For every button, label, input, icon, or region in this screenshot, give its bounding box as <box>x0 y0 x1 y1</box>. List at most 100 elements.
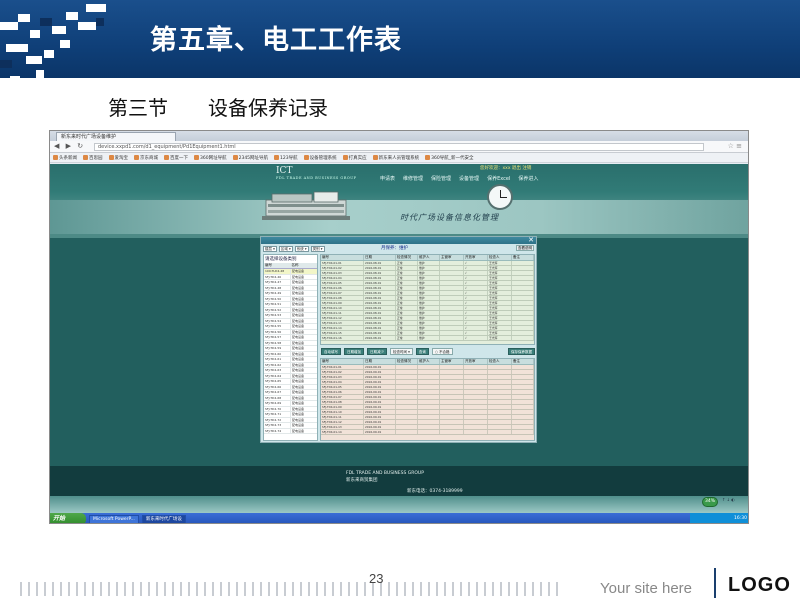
table-cell: 2016-08-01 <box>364 336 396 340</box>
list-cell: SFJ-TD4-70 <box>265 406 282 411</box>
footer-bar <box>548 582 550 596</box>
table-cell <box>512 400 534 404</box>
filter-dropdown[interactable]: 类别 ▾ <box>310 246 325 252</box>
grid-column-header[interactable]: 检查情况 <box>396 359 418 364</box>
footer-bar <box>468 582 470 596</box>
bookmark-item[interactable]: 设备管理系统 <box>303 155 337 161</box>
site-menu-item[interactable]: 设备管理 <box>459 175 479 182</box>
table-cell: SFJ-TD4-01-11 <box>321 415 364 419</box>
bookmark-item[interactable]: 爱淘宝 <box>108 155 128 161</box>
bookmark-icon <box>372 155 378 160</box>
site-menu-item[interactable]: 保险管理 <box>431 175 451 182</box>
table-cell: 维护 <box>418 276 440 280</box>
filter-dropdown[interactable]: 区域 ▾ <box>278 246 293 252</box>
site-menu-item[interactable]: 保养Excel <box>487 175 510 182</box>
grid-column-header[interactable]: 主管审 <box>440 255 464 260</box>
table-cell: 维护 <box>418 281 440 285</box>
action-button[interactable]: 日期增加 <box>344 348 364 355</box>
footer-bar <box>108 582 110 596</box>
grid-column-header[interactable]: 开放审 <box>464 255 488 260</box>
grid-body: SFJ-TD4-01-01 2016-08-01 正常 维护 √ 王光辉 SFJ-TD4-0… <box>321 261 534 341</box>
bookmark-item[interactable]: 百度一下 <box>164 155 188 161</box>
filter-dropdown[interactable]: 系统 ▾ <box>294 246 309 252</box>
list-column-header: 编号 <box>265 263 272 267</box>
time-select[interactable]: 检查时间 ▾ <box>390 348 413 355</box>
grid-column-header[interactable]: 开放审 <box>464 359 488 364</box>
site-menu-item[interactable]: 维修管理 <box>403 175 423 182</box>
bookmark-item[interactable]: 123导航 <box>274 155 298 161</box>
query-button[interactable]: 查询 <box>415 348 429 355</box>
action-button[interactable]: 日期减少 <box>367 348 387 355</box>
bookmark-item[interactable]: 新东来人员管理系统 <box>372 155 419 161</box>
bookmark-item[interactable]: 360导航_新一代安全 <box>425 155 473 161</box>
star-icon[interactable]: ☆ ≡ <box>728 142 742 150</box>
grid-column-header[interactable]: 编号 <box>321 255 364 260</box>
bookmark-item[interactable]: 打真实应 <box>342 155 367 161</box>
table-cell <box>440 296 464 300</box>
table-cell <box>418 395 440 399</box>
save-button[interactable]: 保存保养数据 <box>508 348 535 355</box>
grid-column-header[interactable]: 检查人 <box>488 359 512 364</box>
table-cell <box>440 301 464 305</box>
network-badge[interactable]: 34% <box>702 497 718 507</box>
table-cell <box>464 405 488 409</box>
table-cell: SFJ-TD4-01-14 <box>321 430 364 434</box>
footer-bar <box>164 582 166 596</box>
site-menu-item[interactable]: 申请表 <box>380 175 395 182</box>
table-cell: 2016-09-01 <box>364 405 396 409</box>
nav-arrows-icon[interactable]: ◀ ▶ ↻ <box>54 142 85 150</box>
grid-column-header[interactable]: 维护人 <box>418 255 440 260</box>
bookmark-item[interactable]: 百思园 <box>83 155 103 161</box>
login-info[interactable]: 您好欢迎：xxx 退出 注销 <box>480 165 531 171</box>
table-cell: 王光辉 <box>488 271 512 275</box>
grid-column-header[interactable]: 主管审 <box>440 359 464 364</box>
start-button[interactable]: 开始 <box>50 513 86 523</box>
close-icon[interactable]: ✕ <box>528 237 534 244</box>
action-button[interactable]: 自动填写 <box>321 348 341 355</box>
browser-address-bar: ◀ ▶ ↻ device.xxpd1.com/d1_equipment/Pd1E… <box>50 141 748 153</box>
table-cell <box>418 405 440 409</box>
table-cell: √ <box>464 291 488 295</box>
bookmark-item[interactable]: 头条新闻 <box>53 155 77 161</box>
list-cell: 配电设备 <box>290 318 317 323</box>
grid-column-header[interactable]: 备注 <box>512 359 534 364</box>
grid-column-header[interactable]: 检查人 <box>488 255 512 260</box>
grid-column-header[interactable]: 日期 <box>364 359 396 364</box>
taskbar-task[interactable]: 新东来时代广场设 <box>141 514 186 523</box>
list-cell: 配电设备 <box>290 401 317 406</box>
equipment-list-item[interactable]: SFJ-TD4-74 配电设备 <box>264 428 317 434</box>
filter-dropdown[interactable]: 楼层 ▾ <box>263 246 277 252</box>
table-cell <box>512 375 534 379</box>
table-cell: SFJ-TD4-01-01 <box>321 261 364 265</box>
url-field[interactable]: device.xxpd1.com/d1_equipment/Pd1Equipme… <box>94 143 704 151</box>
grid-column-header[interactable]: 检查情况 <box>396 255 418 260</box>
bookmark-icon <box>425 155 431 160</box>
table-row[interactable]: SFJ-TD4-01-16 2016-08-01 正常 维护 √ 王光辉 <box>321 336 534 341</box>
unqualified-radio[interactable]: ○ 不合格 <box>431 348 453 355</box>
table-cell <box>440 271 464 275</box>
grid-column-header[interactable]: 维护人 <box>418 359 440 364</box>
list-cell: SFJ-TD4-65 <box>265 379 282 383</box>
announce-button[interactable]: 查看说明 <box>516 245 534 251</box>
taskbar-task[interactable]: Microsoft PowerP... <box>89 514 139 523</box>
bookmark-item[interactable]: 2345网址导航 <box>232 155 268 161</box>
footer-bar <box>476 582 478 596</box>
site-menu: 申请表 维修管理 保险管理 设备管理 保养Excel 保养进入 <box>380 175 538 182</box>
table-cell <box>418 420 440 424</box>
bookmark-item[interactable]: 360网址导航 <box>194 155 227 161</box>
table-cell: SFJ-TD4-01-04 <box>321 380 364 384</box>
table-row[interactable]: SFJ-TD4-01-14 2016-09-01 <box>321 430 534 435</box>
grid-column-header[interactable]: 备注 <box>512 255 534 260</box>
grid-column-header[interactable]: 日期 <box>364 255 396 260</box>
system-tray-clock[interactable]: 16:30 <box>690 513 748 523</box>
table-cell <box>418 390 440 394</box>
browser-tab[interactable]: 新东来时代广场设备维护 <box>56 132 176 141</box>
bookmark-item[interactable]: 京东商城 <box>134 155 158 161</box>
grid-column-header[interactable]: 编号 <box>321 359 364 364</box>
table-cell: 王光辉 <box>488 326 512 330</box>
bookmark-icon <box>232 155 238 160</box>
footer-bar <box>116 582 118 596</box>
site-menu-item[interactable]: 保养进入 <box>518 175 538 182</box>
table-cell: √ <box>464 266 488 270</box>
table-cell <box>512 301 534 305</box>
